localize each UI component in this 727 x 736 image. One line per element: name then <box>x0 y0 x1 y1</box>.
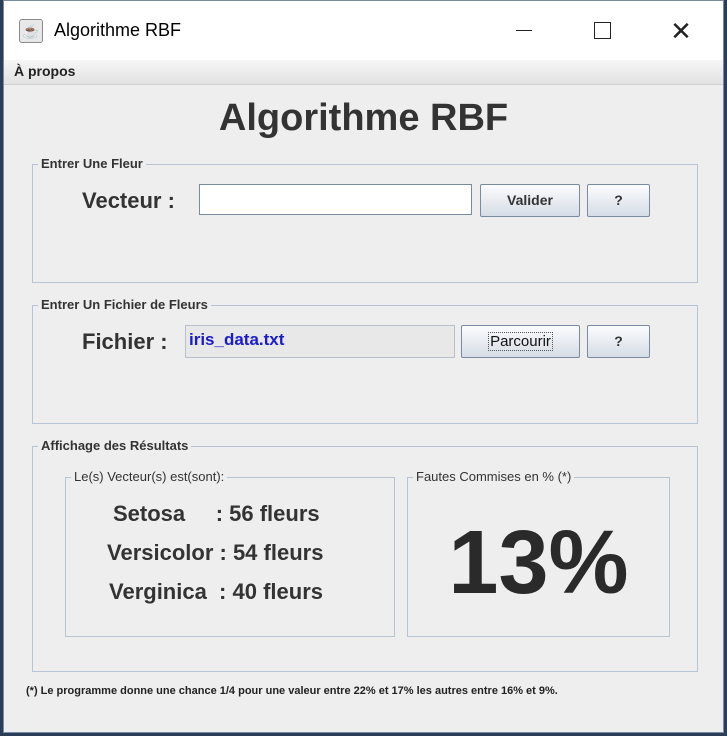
vector-help-button[interactable]: ? <box>587 184 650 217</box>
file-input-group-title: Entrer Un Fichier de Fleurs <box>38 297 211 312</box>
maximize-button[interactable] <box>582 13 622 49</box>
result-versicolor: Versicolor : 54 fleurs <box>107 540 324 565</box>
errors-panel: Fautes Commises en % (*) 13% <box>407 469 670 637</box>
footnote: (*) Le programme donne une chance 1/4 po… <box>26 685 558 697</box>
results-group-title: Affichage des Résultats <box>38 438 192 453</box>
file-path-field[interactable]: iris_data.txt <box>185 325 455 358</box>
file-label: Fichier : <box>82 329 168 354</box>
browse-button-label: Parcourir <box>488 332 553 351</box>
file-help-button[interactable]: ? <box>587 325 650 358</box>
java-cup-icon: ☕ <box>19 19 43 43</box>
file-input-group: Entrer Un Fichier de Fleurs Fichier : ir… <box>32 297 698 424</box>
menu-item-about[interactable]: À propos <box>14 63 75 79</box>
maximize-icon <box>594 22 611 39</box>
vectors-panel: Le(s) Vecteur(s) est(sont): Setosa : 56 … <box>65 469 395 637</box>
vector-label: Vecteur : <box>82 188 175 213</box>
page-title: Algorithme RBF <box>218 97 509 139</box>
result-verginica: Verginica : 40 fleurs <box>109 579 323 604</box>
close-icon: ✕ <box>670 16 692 46</box>
single-flower-group: Entrer Une Fleur Vecteur : Valider ? <box>32 156 698 283</box>
menu-bar: À propos <box>4 60 723 85</box>
title-bar[interactable]: ☕ Algorithme RBF ✕ <box>4 1 723 60</box>
window-title: Algorithme RBF <box>54 20 182 40</box>
minimize-button[interactable] <box>504 13 544 49</box>
browse-button[interactable]: Parcourir <box>461 325 580 358</box>
vector-input[interactable] <box>199 184 472 215</box>
single-flower-group-title: Entrer Une Fleur <box>38 156 146 171</box>
errors-panel-title: Fautes Commises en % (*) <box>413 469 575 484</box>
results-group: Affichage des Résultats Le(s) Vecteur(s)… <box>32 438 698 672</box>
minimize-icon <box>516 30 532 31</box>
validate-button[interactable]: Valider <box>480 184 580 217</box>
app-window: ☕ Algorithme RBF ✕ À propos Algorithme R… <box>3 0 724 733</box>
result-setosa: Setosa : 56 fleurs <box>113 501 320 526</box>
error-percentage: 13% <box>448 513 629 613</box>
vectors-panel-title: Le(s) Vecteur(s) est(sont): <box>71 469 228 484</box>
close-button[interactable]: ✕ <box>661 13 701 49</box>
